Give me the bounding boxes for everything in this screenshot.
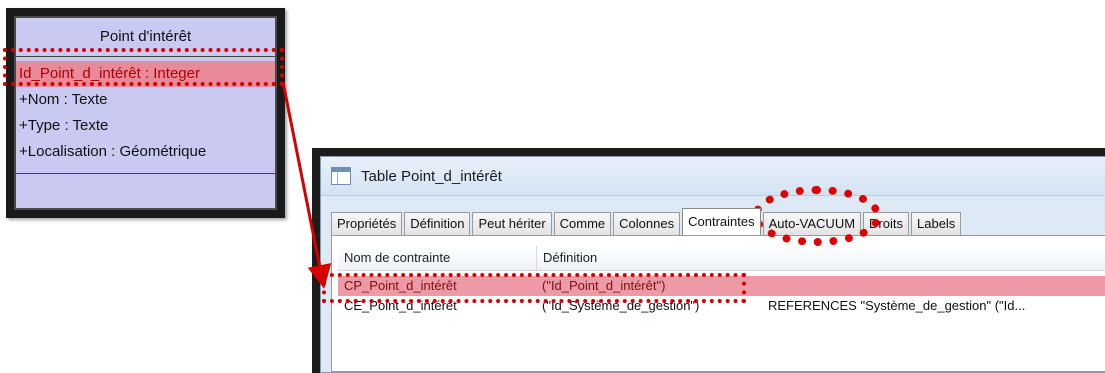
tab-auto-vacuum[interactable]: Auto-VACUUM: [762, 212, 862, 235]
constraints-panel: Nom de contrainte Définition CP_Point_d_…: [331, 235, 1105, 372]
window-titlebar[interactable]: Table Point_d_intérêt: [321, 157, 1105, 196]
tab-proprietes[interactable]: Propriétés: [331, 212, 403, 235]
uml-attribute-nom: +Nom : Texte: [19, 91, 108, 108]
tab-bar: Propriétés Définition Peut hériter Comme…: [331, 208, 963, 235]
tab-peut-heriter[interactable]: Peut hériter: [472, 212, 552, 235]
uml-operations-section: [16, 173, 275, 208]
constraint-extra: REFERENCES "Système_de_gestion" ("Id...: [768, 298, 1026, 313]
tab-contraintes[interactable]: Contraintes: [682, 208, 761, 235]
uml-attribute-primary-key: Id_Point_d_intérêt : Integer: [16, 61, 275, 87]
uml-attribute-list: Id_Point_d_intérêt : Integer +Nom : Text…: [16, 57, 275, 165]
uml-class-box: Point d'intérêt Id_Point_d_intérêt : Int…: [6, 8, 285, 218]
constraint-definition: ("Id_Système_de_gestion"): [542, 298, 700, 313]
tab-definition[interactable]: Définition: [404, 212, 471, 235]
table-header: Nom de contrainte Définition: [338, 246, 1105, 271]
constraint-name: CP_Point_d_intérêt: [344, 278, 457, 293]
tab-droits[interactable]: Droits: [863, 212, 909, 235]
constraint-name: CE_Point_d_intérêt: [344, 298, 457, 313]
constraint-extra: [762, 276, 1105, 296]
table-icon: [331, 167, 351, 185]
tab-labels[interactable]: Labels: [911, 212, 962, 235]
column-header-name[interactable]: Nom de contrainte: [338, 246, 537, 270]
table-row[interactable]: CE_Point_d_intérêt ("Id_Système_de_gesti…: [338, 296, 1105, 316]
uml-attribute-localisation: +Localisation : Géométrique: [19, 143, 207, 160]
window-title: Table Point_d_intérêt: [361, 167, 502, 185]
uml-class-body: Point d'intérêt Id_Point_d_intérêt : Int…: [14, 16, 277, 210]
table-properties-window: Table Point_d_intérêt Propriétés Définit…: [312, 148, 1105, 373]
tab-comme[interactable]: Comme: [553, 212, 612, 235]
window-frame: Table Point_d_intérêt Propriétés Définit…: [320, 156, 1105, 373]
column-header-definition[interactable]: Définition: [537, 246, 1105, 270]
uml-class-title: Point d'intérêt: [16, 18, 275, 57]
table-row[interactable]: CP_Point_d_intérêt ("Id_Point_d_intérêt"…: [338, 276, 1105, 296]
tab-colonnes[interactable]: Colonnes: [613, 212, 681, 235]
constraint-definition: ("Id_Point_d_intérêt"): [542, 278, 666, 293]
uml-attribute-type: +Type : Texte: [19, 117, 109, 134]
